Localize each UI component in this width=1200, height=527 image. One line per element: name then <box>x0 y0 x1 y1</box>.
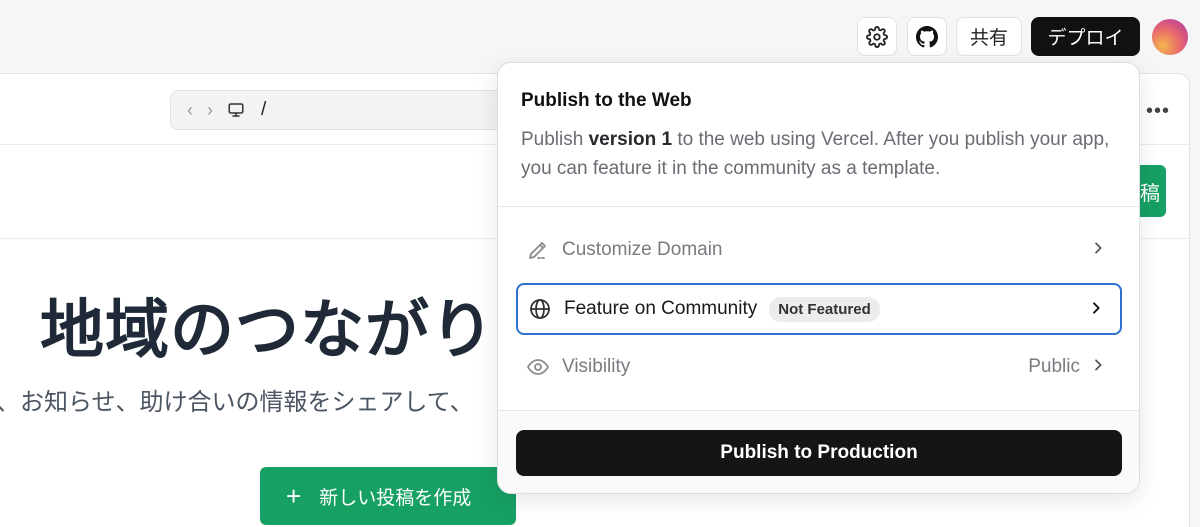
visibility-row[interactable]: Visibility Public <box>516 341 1122 393</box>
hero-title: 地域のつながり <box>40 294 495 366</box>
settings-button[interactable] <box>857 17 897 56</box>
new-post-button[interactable]: + 新しい投稿を作成 <box>260 467 516 525</box>
status-badge: Not Featured <box>769 296 880 322</box>
publish-popover: Publish to the Web Publish version 1 to … <box>497 62 1140 494</box>
more-options-icon[interactable]: ••• <box>1146 100 1170 123</box>
chevron-right-icon <box>1088 300 1104 321</box>
github-icon <box>916 25 938 47</box>
desc-version: version 1 <box>588 129 673 150</box>
visibility-value: Public <box>1028 356 1080 377</box>
popover-title: Publish to the Web <box>521 90 692 111</box>
hero-subtitle: 、お知らせ、助け合いの情報をシェアして、 <box>0 389 474 416</box>
popover-description: Publish version 1 to the web using Verce… <box>521 125 1121 183</box>
github-button[interactable] <box>907 17 947 56</box>
deploy-button[interactable]: デプロイ <box>1031 17 1140 56</box>
new-post-label: 新しい投稿を作成 <box>319 487 472 509</box>
url-path[interactable]: / <box>261 99 266 121</box>
divider <box>498 206 1139 207</box>
publish-to-production-button[interactable]: Publish to Production <box>516 430 1122 476</box>
pencil-icon <box>525 237 551 263</box>
customize-domain-row[interactable]: Customize Domain <box>516 224 1122 276</box>
avatar[interactable] <box>1152 19 1188 55</box>
desc-prefix: Publish <box>521 129 589 150</box>
forward-arrow-icon[interactable]: › <box>207 100 213 121</box>
eye-icon <box>525 354 551 380</box>
chevron-right-icon <box>1090 357 1106 378</box>
row-label: Customize Domain <box>562 239 723 260</box>
monitor-icon[interactable] <box>227 101 245 119</box>
gear-icon <box>866 25 888 48</box>
row-label: Feature on Community <box>564 298 758 319</box>
preview-url-bar[interactable]: ‹ › / <box>170 90 550 130</box>
globe-icon <box>527 296 553 322</box>
back-arrow-icon[interactable]: ‹ <box>187 100 193 121</box>
row-label: Visibility <box>562 356 631 377</box>
plus-icon: + <box>286 481 302 511</box>
share-button[interactable]: 共有 <box>956 17 1022 56</box>
chevron-right-icon <box>1090 240 1106 261</box>
feature-on-community-row[interactable]: Feature on Community Not Featured <box>516 283 1122 335</box>
